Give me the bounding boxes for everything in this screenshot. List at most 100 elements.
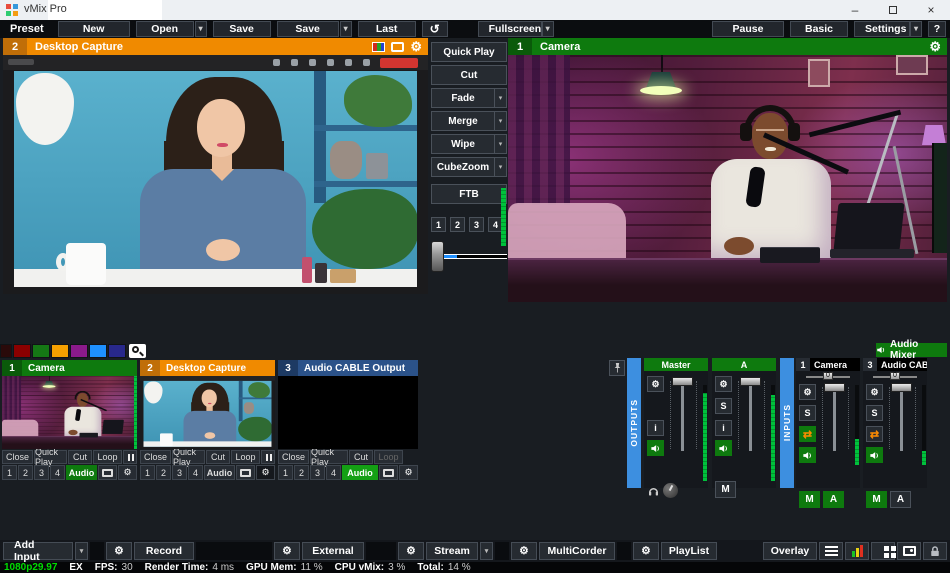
colorbars-icon[interactable] bbox=[372, 42, 385, 52]
pause-button[interactable] bbox=[123, 450, 137, 464]
mute-button[interactable]: M bbox=[799, 491, 820, 508]
input-header[interactable]: 1 Camera bbox=[2, 360, 137, 376]
pin-button[interactable] bbox=[609, 360, 625, 376]
channel-settings-button[interactable]: ⚙ bbox=[866, 384, 883, 400]
basic-button[interactable]: Basic bbox=[790, 21, 848, 37]
program-video[interactable] bbox=[508, 55, 947, 302]
preview-video[interactable] bbox=[3, 55, 428, 294]
ftb-button[interactable]: FTB bbox=[431, 184, 507, 204]
input-settings-button[interactable]: ⚙ bbox=[399, 465, 418, 480]
volume-fader-handle[interactable] bbox=[891, 383, 912, 392]
multicorder-settings[interactable]: ⚙ bbox=[633, 542, 659, 560]
external-button[interactable]: External bbox=[302, 542, 364, 560]
input-thumbnail[interactable] bbox=[140, 376, 275, 449]
cubezoom-dropdown[interactable]: ▾ bbox=[495, 157, 507, 177]
input-header[interactable]: 2 Desktop Capture bbox=[140, 360, 275, 376]
balance-handle[interactable]: 0 bbox=[823, 372, 833, 380]
open-dropdown[interactable]: ▾ bbox=[195, 21, 207, 37]
audio-mixer-toggle[interactable]: Audio Mixer bbox=[876, 343, 947, 357]
audio-button[interactable]: Audio bbox=[66, 465, 97, 480]
maximize-button[interactable] bbox=[874, 0, 912, 20]
preview-header[interactable]: 2 Desktop Capture ⚙ bbox=[3, 38, 428, 55]
menu-button[interactable] bbox=[819, 542, 843, 560]
settings-dropdown[interactable]: ▾ bbox=[910, 21, 922, 37]
overlay-4-button[interactable]: 4 bbox=[188, 465, 203, 480]
cut-button[interactable]: Cut bbox=[431, 65, 507, 85]
overlay-4-button[interactable]: 4 bbox=[326, 465, 341, 480]
bus-routing-icon[interactable]: ⇄ bbox=[866, 426, 883, 442]
save-as-dropdown[interactable]: ▾ bbox=[340, 21, 352, 37]
overlay-button[interactable]: Overlay bbox=[763, 542, 817, 560]
volume-fader-handle[interactable] bbox=[824, 383, 845, 392]
color-swatch[interactable] bbox=[89, 344, 107, 358]
input-settings-button[interactable]: ⚙ bbox=[256, 465, 275, 480]
fullscreen-monitor-button[interactable] bbox=[379, 465, 398, 480]
loop-button[interactable]: Loop bbox=[93, 450, 122, 464]
speaker-button[interactable] bbox=[799, 447, 816, 463]
volume-fader-handle[interactable] bbox=[672, 377, 693, 386]
input-header[interactable]: 3 Audio CABLE Output bbox=[278, 360, 418, 376]
channel-settings-button[interactable]: ⚙ bbox=[647, 376, 664, 392]
audio-button[interactable]: Audio bbox=[204, 465, 235, 480]
overlay-3-button[interactable]: 3 bbox=[310, 465, 325, 480]
channel-settings-button[interactable]: ⚙ bbox=[799, 384, 816, 400]
volume-fader-handle[interactable] bbox=[740, 377, 761, 386]
audio-button[interactable]: Audio bbox=[342, 465, 378, 480]
position-3-button[interactable]: 3 bbox=[469, 217, 484, 232]
pause-inputs-button[interactable]: Pause Inputs bbox=[712, 21, 784, 37]
overlay-2-button[interactable]: 2 bbox=[18, 465, 33, 480]
quick-play-button[interactable]: Quick Play bbox=[172, 450, 205, 464]
close-button[interactable]: × bbox=[912, 0, 950, 20]
fullscreen-button[interactable]: Fullscreen bbox=[478, 21, 542, 37]
stream-dropdown[interactable]: ▾ bbox=[480, 542, 493, 560]
merge-button[interactable]: Merge bbox=[431, 111, 495, 131]
input-thumbnail[interactable] bbox=[278, 376, 418, 449]
cubezoom-button[interactable]: CubeZoom bbox=[431, 157, 495, 177]
position-1-button[interactable]: 1 bbox=[431, 217, 446, 232]
close-button[interactable]: Close bbox=[278, 450, 309, 464]
settings-button[interactable]: Settings bbox=[854, 21, 910, 37]
position-2-button[interactable]: 2 bbox=[450, 217, 465, 232]
overlay-4-button[interactable]: 4 bbox=[50, 465, 65, 480]
overlay-3-button[interactable]: 3 bbox=[34, 465, 49, 480]
playlist-button[interactable]: PlayList bbox=[661, 542, 717, 560]
fade-dropdown[interactable]: ▾ bbox=[495, 88, 507, 108]
bus-a-button[interactable]: A bbox=[890, 491, 911, 508]
quick-play-button[interactable]: Quick Play bbox=[34, 450, 67, 464]
fullscreen-output-button[interactable] bbox=[897, 542, 921, 560]
cut-button[interactable]: Cut bbox=[349, 450, 373, 464]
solo-button[interactable]: S bbox=[799, 405, 816, 421]
search-input-button[interactable] bbox=[129, 344, 146, 358]
save-as-button[interactable]: Save As bbox=[277, 21, 339, 37]
overlay-1-button[interactable]: 1 bbox=[2, 465, 17, 480]
wipe-button[interactable]: Wipe bbox=[431, 134, 495, 154]
audio-meters-button[interactable] bbox=[845, 542, 869, 560]
overlay-2-button[interactable]: 2 bbox=[156, 465, 171, 480]
mute-button[interactable]: M bbox=[866, 491, 887, 508]
color-swatch[interactable] bbox=[51, 344, 69, 358]
multicorder-button[interactable]: MultiCorder bbox=[539, 542, 615, 560]
color-swatch[interactable] bbox=[0, 344, 12, 358]
info-button[interactable]: i bbox=[647, 420, 664, 436]
help-button[interactable]: ? bbox=[928, 21, 946, 37]
save-button[interactable]: Save bbox=[213, 21, 271, 37]
input-thumbnail[interactable] bbox=[2, 376, 137, 449]
program-header[interactable]: 1 Camera ⚙ bbox=[508, 38, 947, 55]
add-input-dropdown[interactable]: ▾ bbox=[75, 542, 88, 560]
solo-button[interactable]: S bbox=[866, 405, 883, 421]
close-button[interactable]: Close bbox=[2, 450, 33, 464]
color-swatch[interactable] bbox=[108, 344, 126, 358]
solo-button[interactable]: S bbox=[715, 398, 732, 414]
close-button[interactable]: Close bbox=[140, 450, 171, 464]
headphones-icon[interactable] bbox=[647, 485, 660, 497]
balance-handle[interactable]: 0 bbox=[890, 372, 900, 380]
balance-slider[interactable]: 0 bbox=[796, 371, 860, 381]
channel-settings-button[interactable]: ⚙ bbox=[715, 376, 732, 392]
speaker-button[interactable] bbox=[866, 447, 883, 463]
cut-button[interactable]: Cut bbox=[68, 450, 92, 464]
color-swatch[interactable] bbox=[13, 344, 31, 358]
fullscreen-monitor-button[interactable] bbox=[236, 465, 255, 480]
headphone-volume-knob[interactable] bbox=[663, 483, 678, 498]
color-swatch[interactable] bbox=[70, 344, 88, 358]
gear-icon[interactable]: ⚙ bbox=[410, 40, 422, 53]
